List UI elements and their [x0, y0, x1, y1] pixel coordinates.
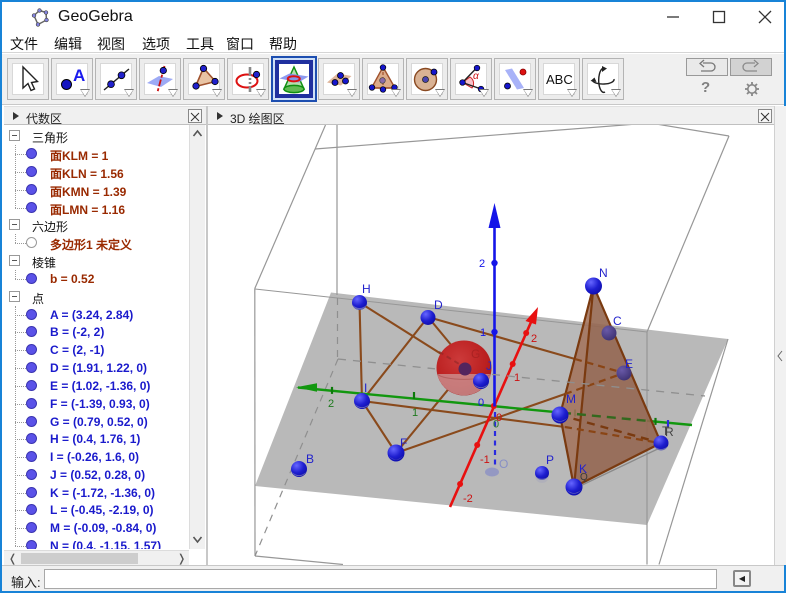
svg-text:0: 0: [478, 397, 484, 409]
svg-text:J: J: [486, 359, 492, 373]
svg-text:2: 2: [531, 333, 537, 345]
svg-text:N: N: [599, 266, 608, 280]
svg-text:H: H: [362, 282, 371, 296]
svg-text:2: 2: [328, 398, 334, 410]
svg-text:O: O: [499, 457, 508, 471]
svg-text:Q: Q: [580, 472, 588, 483]
svg-text:1: 1: [514, 372, 520, 384]
svg-text:α: α: [473, 71, 479, 82]
svg-text:R: R: [665, 425, 674, 439]
svg-text:1: 1: [480, 327, 486, 339]
svg-text:B: B: [306, 452, 314, 466]
svg-text:0: 0: [496, 412, 502, 424]
svg-text:-2: -2: [463, 493, 473, 505]
svg-text:ABC: ABC: [546, 72, 573, 87]
svg-text:A: A: [73, 66, 85, 85]
svg-text:-1: -1: [480, 454, 490, 466]
svg-text:E: E: [625, 357, 633, 371]
svg-text:I: I: [364, 381, 367, 395]
svg-text:1: 1: [412, 407, 418, 419]
svg-text:D: D: [434, 298, 443, 312]
svg-text:M: M: [566, 392, 576, 406]
svg-text:2: 2: [479, 258, 485, 270]
svg-text:C: C: [613, 314, 622, 328]
svg-text:F: F: [400, 436, 407, 450]
svg-text:P: P: [546, 453, 554, 467]
svg-text:G: G: [471, 347, 480, 361]
